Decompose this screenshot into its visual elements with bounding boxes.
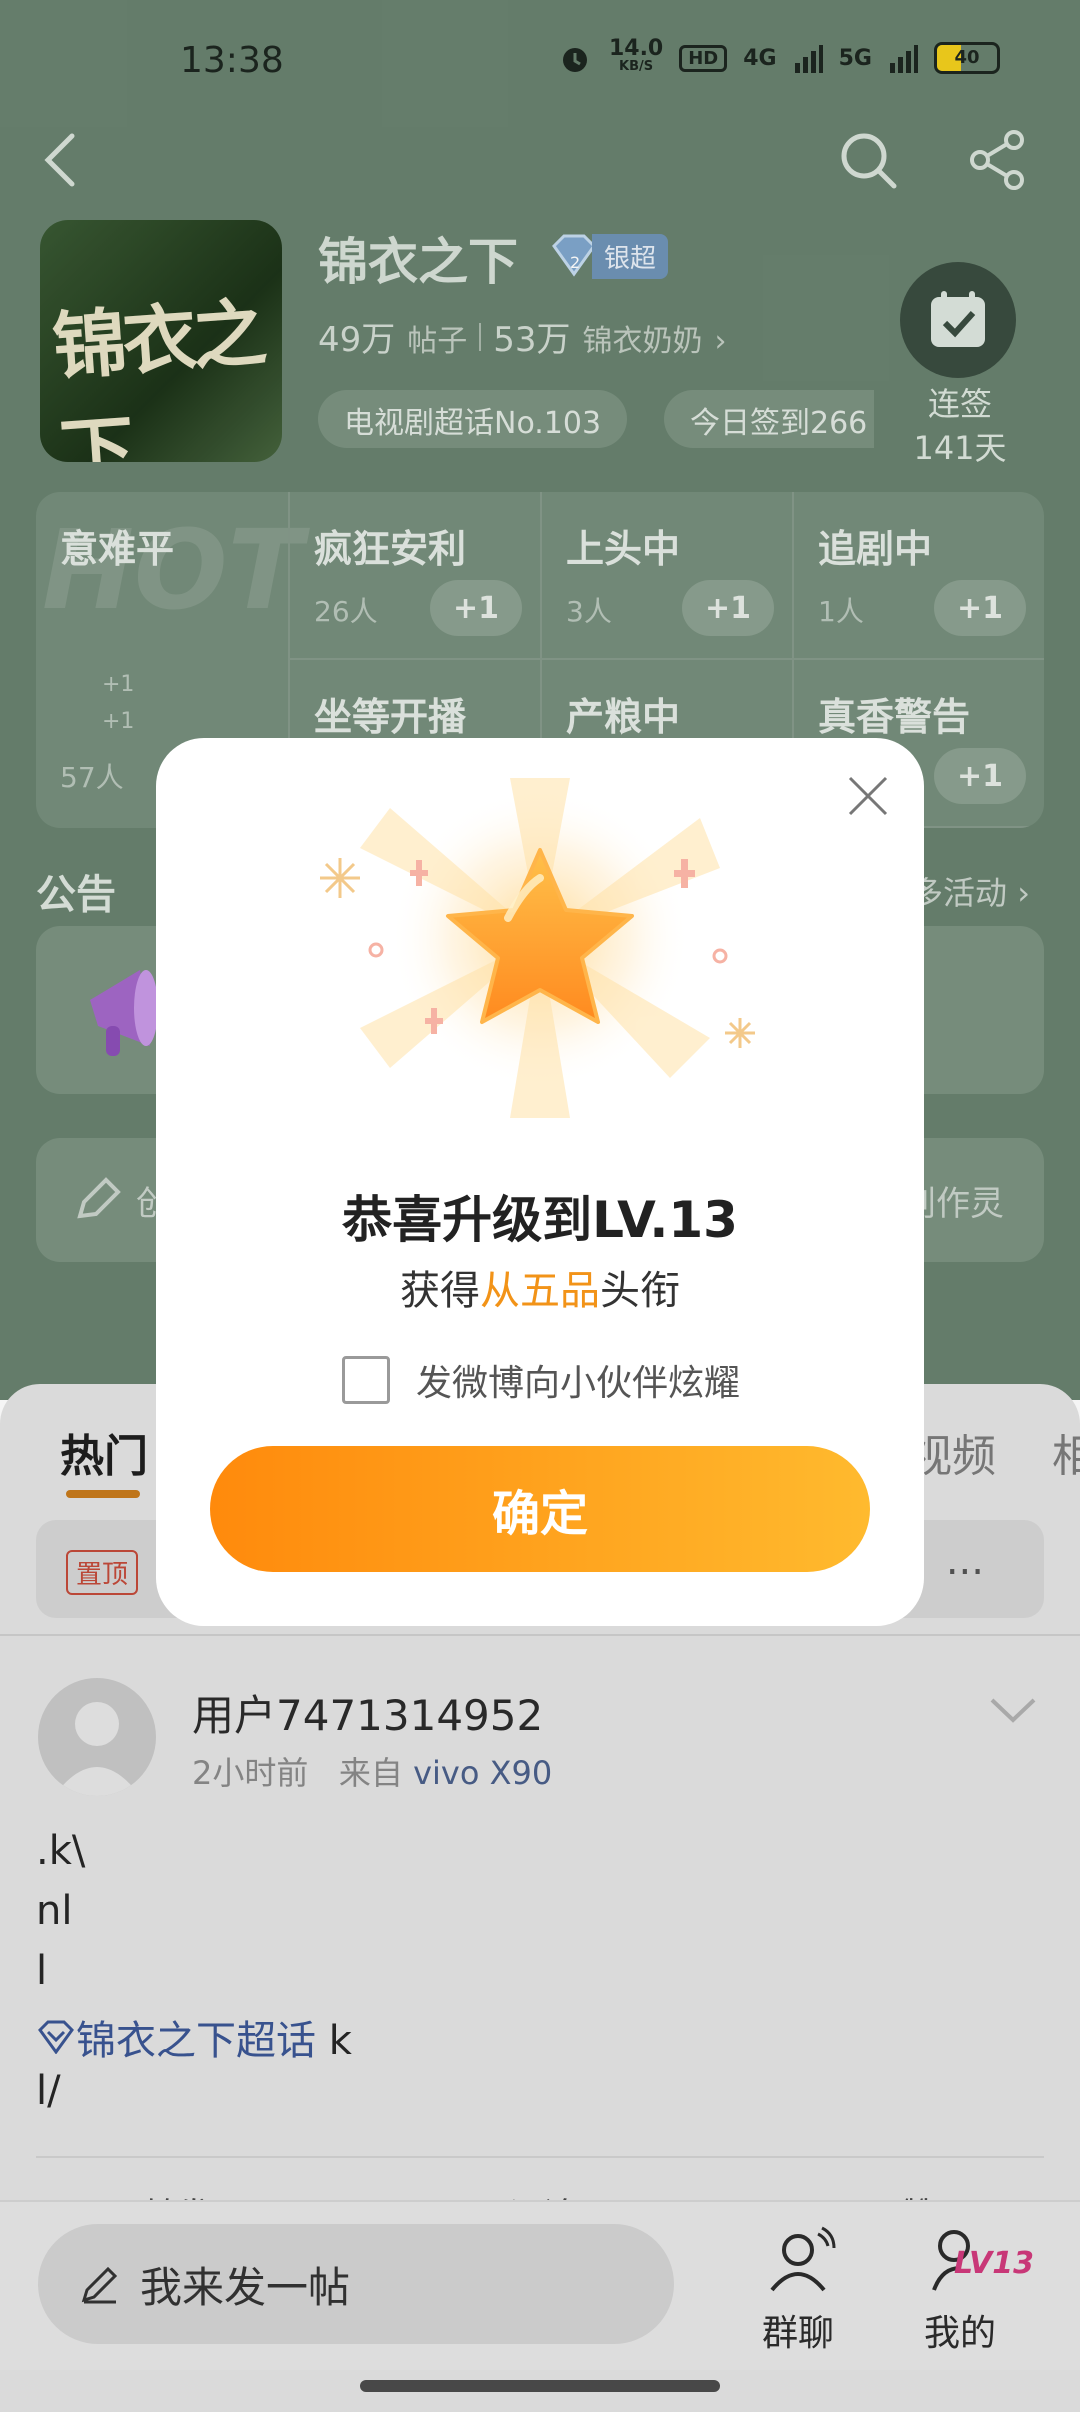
confirm-button[interactable]: 确定	[210, 1446, 870, 1572]
share-to-weibo-option[interactable]: 发微博向小伙伴炫耀	[342, 1354, 740, 1406]
dialog-title: 恭喜升级到LV.13	[342, 1191, 738, 1249]
close-icon	[848, 776, 888, 816]
dialog-subtitle: 获得从五品头衔	[400, 1268, 680, 1314]
close-button[interactable]	[840, 768, 896, 824]
level-up-dialog: 恭喜升级到LV.13 获得从五品头衔 发微博向小伙伴炫耀 确定	[156, 738, 924, 1626]
share-checkbox-label: 发微博向小伙伴炫耀	[416, 1363, 741, 1404]
share-checkbox[interactable]	[342, 1356, 390, 1404]
star-icon	[320, 778, 755, 1118]
